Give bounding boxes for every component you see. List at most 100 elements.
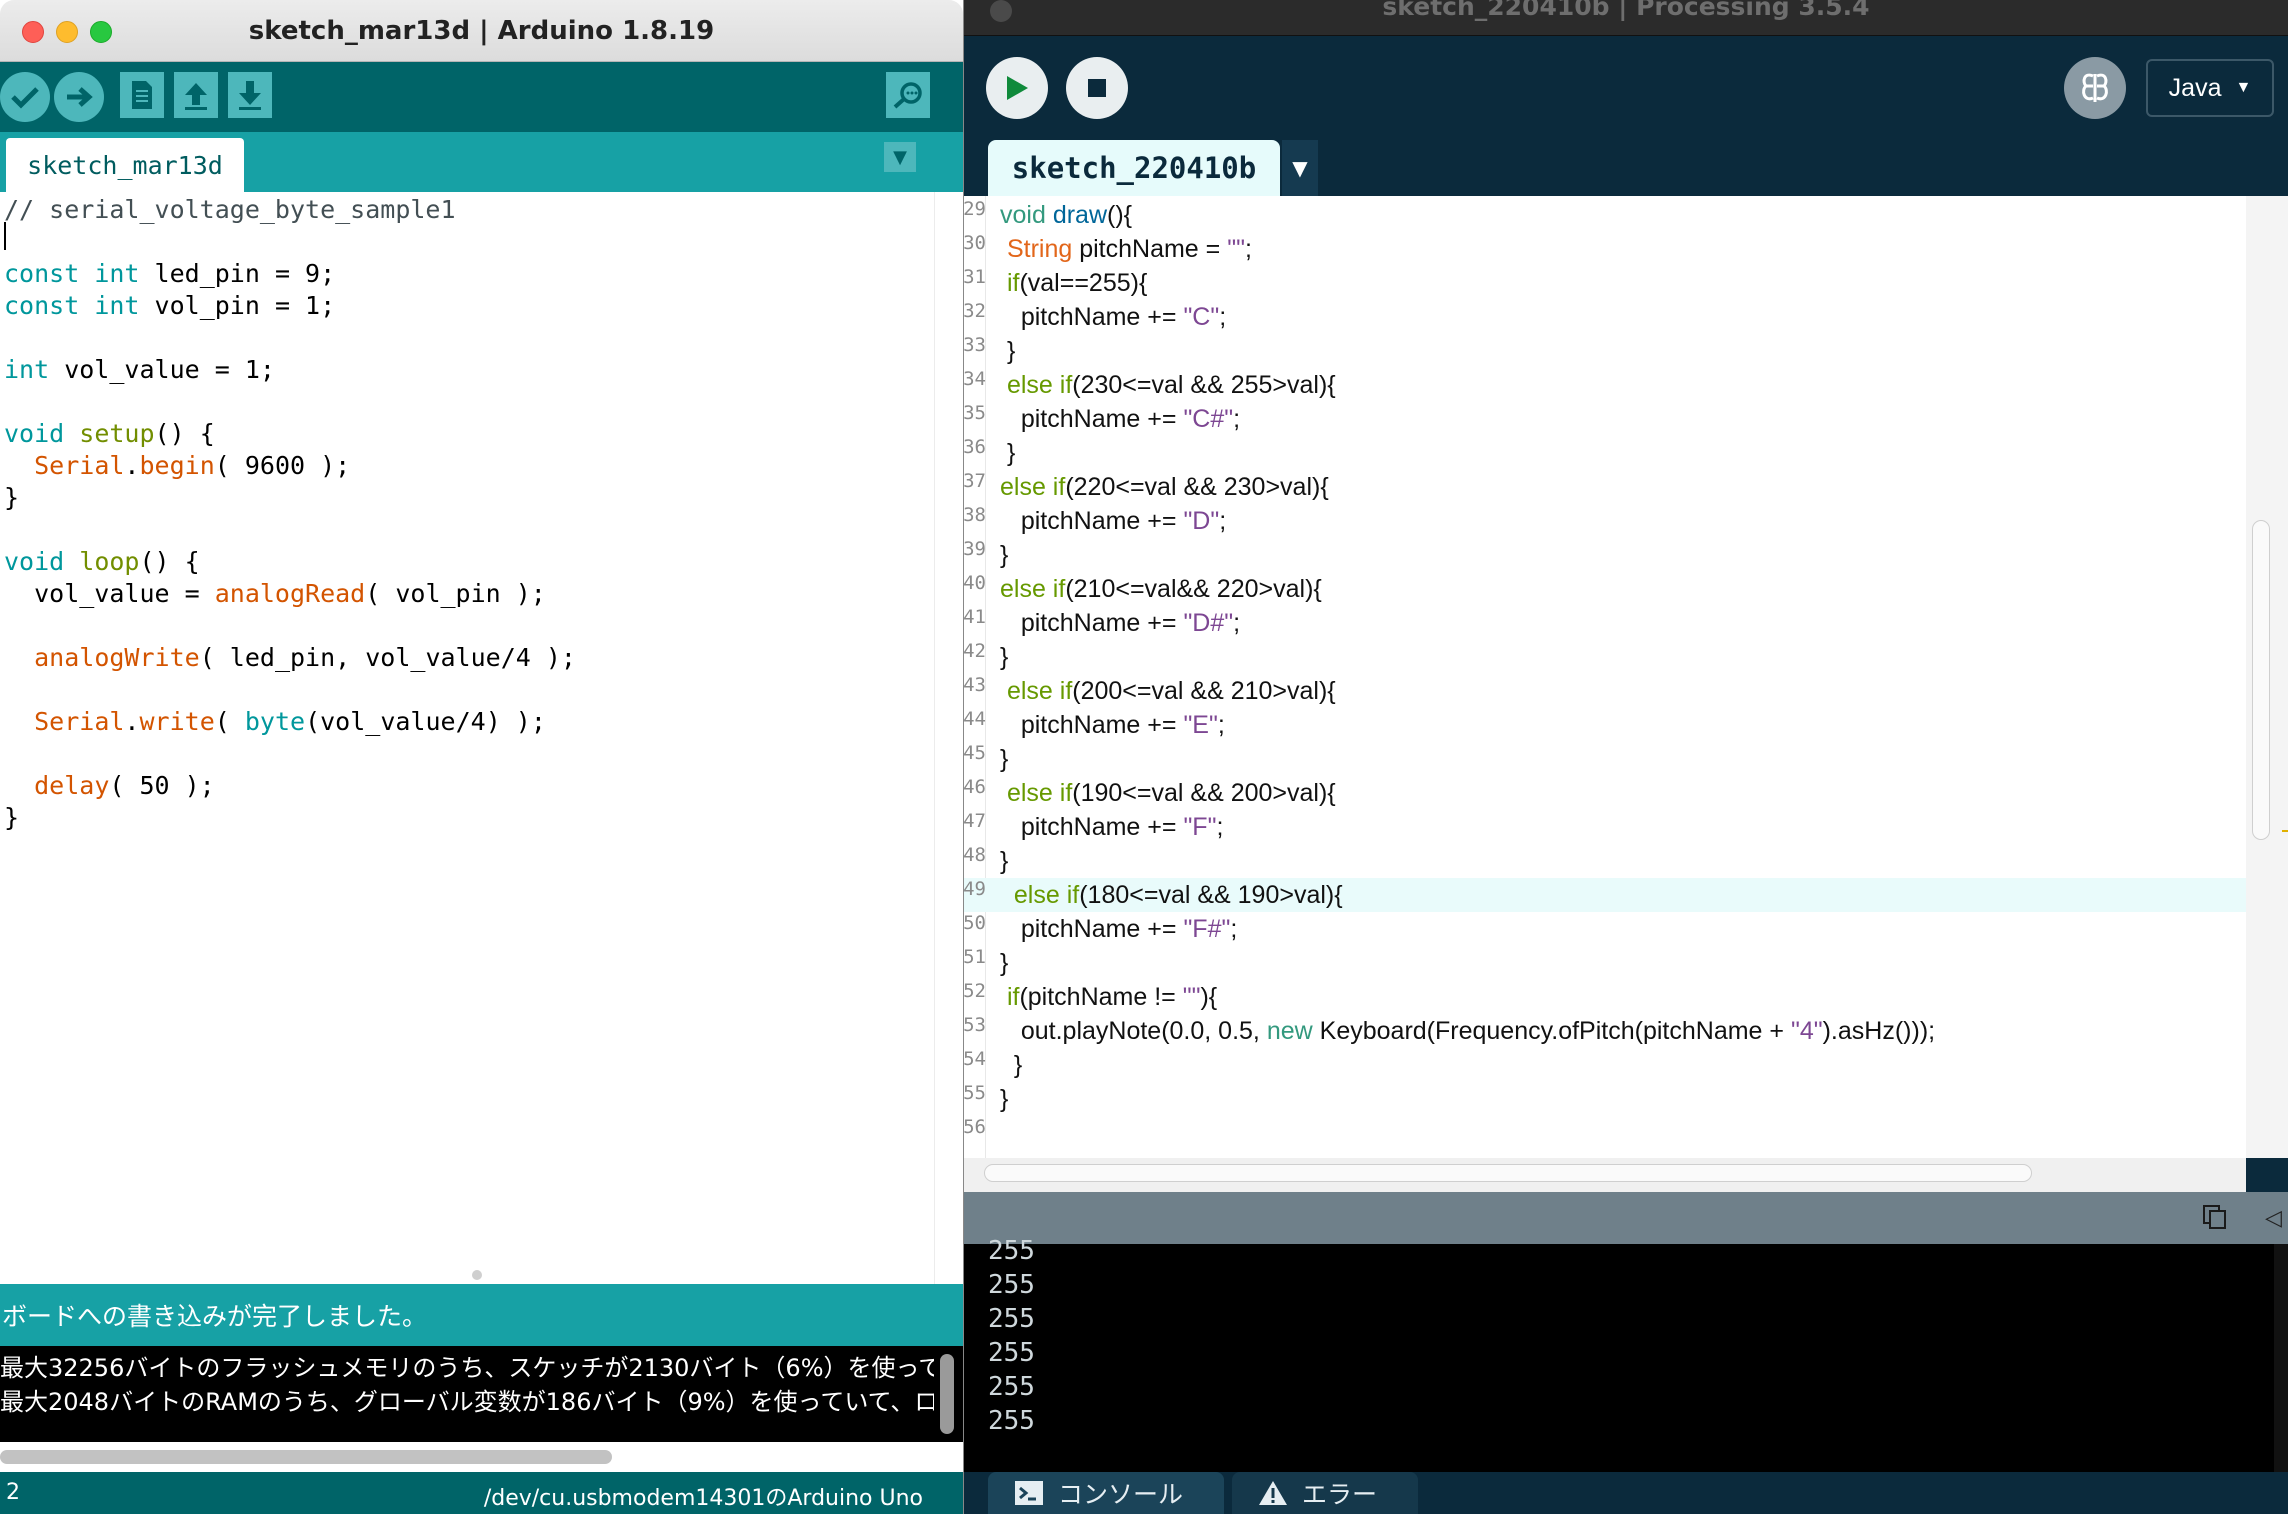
arrow-up-icon — [185, 83, 207, 110]
editor-vertical-scrollbar[interactable] — [2252, 520, 2270, 840]
line-number: 49 — [964, 878, 986, 900]
code-token: "F" — [1183, 813, 1217, 841]
editor-vertical-scroll-track[interactable] — [934, 192, 963, 1284]
errors-tab-label: エラー — [1302, 1480, 1378, 1509]
butterfly-debug-icon — [2082, 73, 2108, 102]
code-line: 50 pitchName += "F#"; — [964, 912, 2246, 946]
code-line: 48} — [964, 844, 2246, 878]
line-number: 40 — [964, 572, 986, 594]
code-token: ( led_pin, vol_value/4 ); — [199, 643, 576, 672]
code-token: void — [4, 419, 65, 448]
code-token: ; — [1233, 609, 1241, 637]
line-number: 39 — [964, 538, 986, 560]
line-number: 46 — [964, 776, 986, 798]
debug-button[interactable] — [2064, 57, 2126, 119]
line-number: 37 — [964, 470, 986, 492]
arduino-window: sketch_mar13d | Arduino 1.8.19 sketch_ma… — [0, 0, 964, 1514]
code-token: new — [1266, 1017, 1313, 1045]
code-token: int — [4, 355, 50, 384]
splitter-handle[interactable] — [472, 1270, 482, 1280]
code-token: ; — [1230, 915, 1238, 943]
console-tab-label: コンソール — [1058, 1480, 1184, 1509]
code-token: byte — [244, 707, 306, 736]
tab-console[interactable]: コンソール — [988, 1472, 1224, 1514]
mode-selector[interactable]: Java ▼ — [2146, 59, 2274, 117]
code-line: int vol_value = 1; — [4, 354, 275, 386]
code-line: 40 else if(210<=val&& 220>val){ — [964, 572, 2246, 606]
run-button[interactable] — [986, 57, 1048, 119]
upload-button[interactable] — [54, 72, 104, 122]
code-text: pitchName += "F"; — [1000, 810, 1224, 844]
code-token: pitchName += — [1000, 405, 1184, 433]
save-sketch-button[interactable] — [228, 72, 272, 118]
tab-sketch[interactable]: sketch_mar13d — [6, 138, 244, 192]
tab-menu-button[interactable]: ▼ — [1280, 140, 1318, 196]
tab-errors[interactable]: エラー — [1232, 1472, 1418, 1514]
verify-button[interactable] — [0, 72, 50, 122]
editor-horizontal-scrollbar[interactable] — [984, 1164, 2032, 1182]
tab-menu-button[interactable]: ▼ — [884, 142, 916, 172]
terminal-icon — [1015, 1481, 1043, 1505]
code-text: out.playNote(0.0, 0.5, new Keyboard(Freq… — [1000, 1014, 1935, 1048]
code-text: else if(200<=val && 210>val){ — [1000, 674, 1336, 708]
code-line: 44 pitchName += "E"; — [964, 708, 2246, 742]
warning-icon — [1259, 1481, 1287, 1505]
code-token: int — [94, 291, 140, 320]
collapse-console-icon[interactable]: ◁ — [2265, 1206, 2282, 1231]
code-token: ( vol_pin ); — [365, 579, 546, 608]
code-line: 56 — [964, 1116, 2246, 1150]
code-token: else if — [1000, 575, 1066, 603]
code-token: String — [1006, 235, 1073, 263]
console-line: 255 — [988, 1270, 1035, 1300]
processing-console[interactable]: 255 255 255 255 255 255 — [964, 1236, 2274, 1472]
code-line: 36 } — [964, 436, 2246, 470]
code-line: 39} — [964, 538, 2246, 572]
processing-code-editor[interactable]: 29 void draw(){30 String pitchName = ""; 3… — [964, 196, 2246, 1158]
code-token: "C" — [1183, 303, 1220, 331]
code-token: pitchName += — [1000, 609, 1184, 637]
arduino-tabbar: sketch_mar13d ▼ — [0, 132, 963, 192]
code-token: else if — [1013, 881, 1080, 909]
code-line: 42} — [964, 640, 2246, 674]
line-number: 31 — [964, 266, 986, 288]
code-token: vol_pin = 1; — [139, 291, 336, 320]
code-line: 45} — [964, 742, 2246, 776]
code-token: } — [1000, 1051, 1023, 1079]
code-token: (190<=val && 200>val){ — [1072, 779, 1336, 807]
code-token: (210<=val&& 220>val){ — [1065, 575, 1322, 603]
line-number: 29 — [964, 198, 986, 220]
code-line: 53 out.playNote(0.0, 0.5, new Keyboard(F… — [964, 1014, 2246, 1048]
code-line: const int vol_pin = 1; — [4, 290, 335, 322]
line-number: 45 — [964, 742, 986, 764]
code-token: ( 50 ); — [109, 771, 215, 800]
console-scrollbar[interactable] — [2274, 1244, 2288, 1472]
arduino-code-editor[interactable]: // serial_voltage_byte_sample1 const int … — [0, 192, 934, 1284]
code-token: () { — [139, 547, 200, 576]
code-token: analogWrite — [34, 643, 200, 672]
line-number: 36 — [964, 436, 986, 458]
stop-button[interactable] — [1066, 57, 1128, 119]
code-token: ( 9600 ); — [214, 451, 351, 480]
line-number: 53 — [964, 1014, 986, 1036]
tab-sketch[interactable]: sketch_220410b — [988, 140, 1280, 196]
serial-monitor-button[interactable] — [886, 72, 930, 118]
console-horizontal-scrollbar[interactable] — [0, 1450, 612, 1464]
code-text: else if(220<=val && 230>val){ — [1000, 470, 1329, 504]
line-number: 54 — [964, 1048, 986, 1070]
code-token: pitchName += — [1000, 711, 1184, 739]
code-line: vol_value = analogRead( vol_pin ); — [4, 578, 546, 610]
code-token: else if — [1006, 371, 1073, 399]
open-sketch-button[interactable] — [174, 72, 218, 118]
copy-icon[interactable] — [2202, 1204, 2228, 1230]
code-token: (val==255){ — [1019, 269, 1148, 297]
arduino-output-console[interactable]: 最大32256バイトのフラッシュメモリのうち、スケッチが2130バイト（6%）を… — [0, 1346, 934, 1442]
magnifier-icon — [893, 82, 922, 109]
code-line: 52 if(pitchName != ""){ — [964, 980, 2246, 1014]
code-token: . — [124, 707, 140, 736]
console-vertical-scrollbar[interactable] — [940, 1354, 954, 1434]
code-line: 38 pitchName += "D"; — [964, 504, 2246, 538]
new-sketch-button[interactable] — [120, 72, 164, 118]
